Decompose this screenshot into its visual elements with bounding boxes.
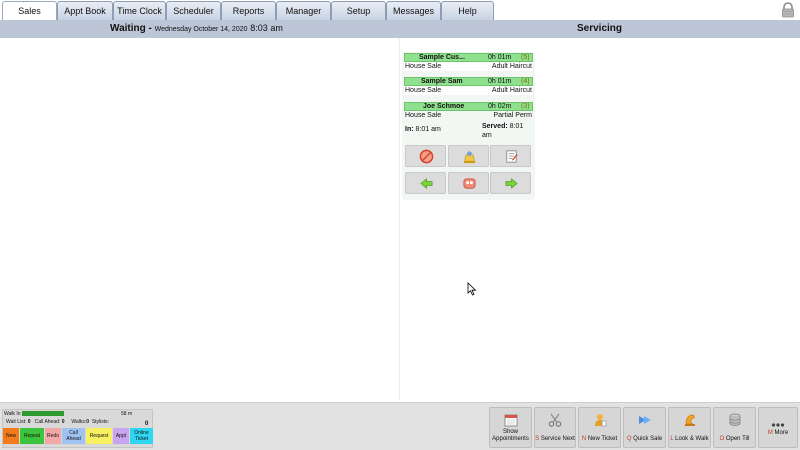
ticket-card[interactable]: Sample Cus... 0h 01m (5) House Sale Adul… <box>404 53 533 71</box>
legend-call-ahead: Call Ahead <box>62 428 85 444</box>
new-ticket-icon <box>594 414 606 427</box>
ticket-number: (5) <box>521 54 530 61</box>
quick-sale-icon <box>638 416 651 424</box>
service-name: Partial Perm <box>493 112 532 119</box>
legend-request: Request <box>86 428 112 444</box>
button-label: L Look & Walk <box>670 436 709 442</box>
elapsed-time: 0h 01m <box>488 54 512 61</box>
ticket-times: In: 8:01 am Served: 8:01 am <box>402 123 535 143</box>
button-label: Show Appointments <box>492 429 529 442</box>
ticket-number: (4) <box>521 78 530 85</box>
till-icon <box>729 413 740 426</box>
tab-help[interactable]: Help <box>441 1 494 20</box>
walkin-wait-bar <box>22 411 64 416</box>
sale-type: House Sale <box>405 87 442 94</box>
button-label: N New Ticket <box>581 436 618 442</box>
ticket-header[interactable]: Joe Schmoe 0h 02m (3) <box>404 102 533 111</box>
lock-icon[interactable] <box>780 2 796 18</box>
ticket-header[interactable]: Sample Cus... 0h 01m (5) <box>404 53 533 62</box>
move-left-button[interactable] <box>405 172 446 194</box>
customer-name: Sample Sam <box>421 78 463 85</box>
service-name: Adult Haircut <box>491 87 532 94</box>
sale-type: House Sale <box>405 112 442 119</box>
ticket-notes-button[interactable] <box>490 145 531 167</box>
service-next-button[interactable]: S Service Next <box>534 407 576 448</box>
tab-setup[interactable]: Setup <box>331 1 386 20</box>
customer-name: Joe Schmoe <box>423 103 465 110</box>
legend-online-ticket: Online Ticket <box>130 428 153 444</box>
assign-stylist-button[interactable] <box>448 145 489 167</box>
split-ticket-button[interactable] <box>448 172 489 194</box>
more-button[interactable]: M More <box>758 407 798 448</box>
arrow-left-icon <box>420 178 433 189</box>
arrow-right-icon <box>505 178 518 189</box>
ticket-detail: House Sale Adult Haircut <box>404 86 533 95</box>
ticket-number: (3) <box>521 103 530 110</box>
button-label: O Open Till <box>719 436 750 442</box>
button-label: M More <box>767 430 789 436</box>
current-date: Wednesday October 14, 2020 <box>154 26 248 33</box>
served-time: Served: 8:01 <box>482 123 524 130</box>
main-tab-bar: Sales Appt Book Time Clock Scheduler Rep… <box>0 0 800 20</box>
waiting-label: Waiting - <box>110 23 152 34</box>
tab-time-clock[interactable]: Time Clock <box>113 1 166 20</box>
calendar-icon <box>504 414 517 427</box>
look-walk-icon <box>684 414 695 426</box>
current-time: 8:03 am <box>250 23 283 33</box>
move-right-button[interactable] <box>490 172 531 194</box>
no-sign-icon <box>419 149 434 164</box>
look-walk-button[interactable]: L Look & Walk <box>668 407 711 448</box>
open-till-button[interactable]: O Open Till <box>713 407 756 448</box>
wait-stats: Wait List: 0 Call Ahead: 0 Walks:0 Styli… <box>6 419 110 425</box>
served-suffix: am <box>482 132 492 139</box>
group-icon <box>463 178 476 189</box>
notes-icon <box>506 150 518 163</box>
legend-repeat: Repeat <box>20 428 44 444</box>
sale-type: House Sale <box>405 63 442 70</box>
ticket-detail: House Sale Partial Perm <box>404 111 533 120</box>
legend-appt: Appt <box>113 428 129 444</box>
service-name: Adult Haircut <box>491 63 532 70</box>
tab-reports[interactable]: Reports <box>221 1 276 20</box>
stylist-bell-icon <box>463 151 476 164</box>
cancel-ticket-button[interactable] <box>405 145 446 167</box>
button-label: Q Quick Sale <box>626 436 663 442</box>
quick-sale-button[interactable]: Q Quick Sale <box>623 407 666 448</box>
waiting-title: Waiting - Wednesday October 14, 2020 8:0… <box>110 23 283 34</box>
elapsed-time: 0h 02m <box>488 103 512 110</box>
ticket-header[interactable]: Sample Sam 0h 01m (4) <box>404 77 533 86</box>
in-time: In: 8:01 am <box>405 126 441 133</box>
wait-status-panel: Walk In 58 m Wait List: 0 Call Ahead: 0 … <box>2 409 153 448</box>
column-divider <box>399 38 400 400</box>
ticket-card[interactable]: Joe Schmoe 0h 02m (3) House Sale Partial… <box>404 102 533 120</box>
ticket-detail: House Sale Adult Haircut <box>404 62 533 71</box>
show-appointments-button[interactable]: Show Appointments <box>489 407 532 448</box>
tab-appt-book[interactable]: Appt Book <box>57 1 113 20</box>
legend-redo: Redo <box>45 428 61 444</box>
servicing-title: Servicing <box>577 23 623 34</box>
wait-total: 0 <box>145 421 149 427</box>
tab-sales[interactable]: Sales <box>2 1 57 20</box>
tab-manager[interactable]: Manager <box>276 1 331 20</box>
mouse-cursor-icon <box>467 282 477 296</box>
tab-scheduler[interactable]: Scheduler <box>166 1 221 20</box>
ticket-card[interactable]: Sample Sam 0h 01m (4) House Sale Adult H… <box>404 77 533 95</box>
legend-new: New <box>3 428 19 444</box>
customer-name: Sample Cus... <box>419 54 465 61</box>
elapsed-time: 0h 01m <box>488 78 512 85</box>
walkin-label: Walk In <box>4 411 21 417</box>
tab-messages[interactable]: Messages <box>386 1 441 20</box>
walkin-minutes: 58 m <box>121 411 133 417</box>
scissors-icon <box>548 413 562 427</box>
queue-header: Waiting - Wednesday October 14, 2020 8:0… <box>0 20 800 38</box>
button-label: S Service Next <box>535 436 575 442</box>
new-ticket-button[interactable]: N New Ticket <box>578 407 621 448</box>
